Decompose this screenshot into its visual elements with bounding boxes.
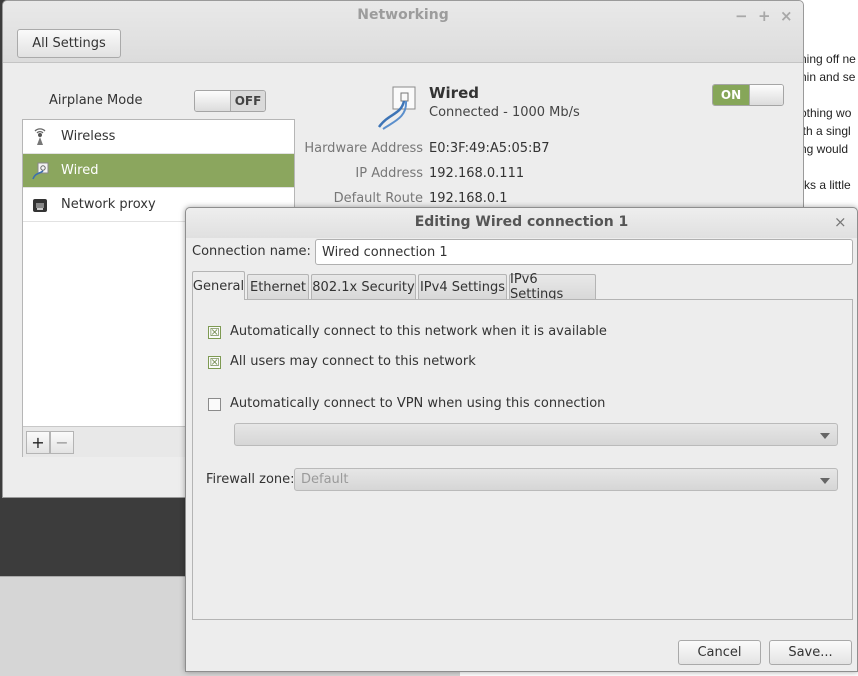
desktop: ning off ne nin and se othing wo ith a s…: [0, 0, 858, 676]
close-icon[interactable]: ×: [834, 213, 847, 231]
tab-ipv4-settings[interactable]: IPv4 Settings: [418, 274, 507, 299]
wired-icon: [31, 162, 49, 180]
background-text-line: [800, 86, 858, 104]
background-text-line: nin and se: [800, 70, 856, 84]
proxy-icon: [31, 196, 49, 214]
toggle-knob: [195, 91, 231, 111]
connection-name-input[interactable]: [315, 239, 853, 265]
auto-vpn-label: Automatically connect to VPN when using …: [230, 396, 606, 411]
background-page-text: ning off ne nin and se othing wo ith a s…: [800, 50, 858, 194]
save-button[interactable]: Save...: [769, 640, 852, 665]
remove-connection-button[interactable]: −: [50, 431, 74, 454]
all-users-label: All users may connect to this network: [230, 354, 476, 369]
wireless-icon: [31, 127, 49, 146]
chevron-down-icon: [820, 433, 830, 439]
connection-name-label: Connection name:: [192, 244, 311, 259]
add-connection-button[interactable]: +: [26, 431, 50, 454]
background-text-line: ith a singl: [800, 124, 851, 138]
dialog-title: Editing Wired connection 1: [414, 214, 629, 230]
background-text-line: ng would: [800, 142, 849, 156]
chevron-down-icon: [820, 478, 830, 484]
sidebar-item-label: Wired: [61, 163, 99, 178]
connection-title: Wired: [429, 84, 479, 102]
edit-connection-dialog: Editing Wired connection 1 × Connection …: [185, 207, 858, 672]
general-tab-panel: ☒ Automatically connect to this network …: [192, 299, 853, 620]
vpn-select[interactable]: [234, 423, 838, 446]
auto-connect-label: Automatically connect to this network wh…: [230, 324, 607, 339]
maximize-icon[interactable]: +: [758, 7, 771, 25]
toggle-state: ON: [713, 85, 749, 105]
tab-ethernet[interactable]: Ethernet: [247, 274, 309, 299]
cancel-button[interactable]: Cancel: [678, 640, 761, 665]
auto-connect-checkbox[interactable]: ☒: [208, 326, 221, 339]
wired-connection-icon: [375, 85, 425, 131]
minimize-icon[interactable]: −: [735, 7, 748, 25]
background-text-line: ning off ne: [800, 52, 856, 66]
background-text-line: rks a little: [800, 178, 851, 192]
wired-toggle[interactable]: ON: [712, 84, 784, 106]
ip-address-value: 192.168.0.111: [429, 166, 525, 181]
default-route-value: 192.168.0.1: [429, 191, 508, 206]
firewall-zone-value: Default: [301, 472, 349, 487]
tab-8021x-security[interactable]: 802.1x Security: [311, 274, 416, 299]
dialog-titlebar: Editing Wired connection 1 ×: [186, 208, 857, 238]
auto-vpn-checkbox[interactable]: [208, 398, 221, 411]
sidebar-item-label: Network proxy: [61, 197, 156, 212]
airplane-mode-label: Airplane Mode: [49, 93, 143, 108]
tab-ipv6-settings[interactable]: IPv6 Settings: [509, 272, 596, 302]
connection-status: Connected - 1000 Mb/s: [429, 105, 580, 120]
default-route-label: Default Route: [333, 191, 423, 206]
tab-general[interactable]: General: [192, 271, 245, 300]
sidebar-item-label: Wireless: [61, 129, 116, 144]
firewall-zone-select[interactable]: Default: [294, 468, 838, 491]
networking-titlebar: Networking − + × All Settings: [3, 1, 803, 63]
firewall-zone-label: Firewall zone:: [206, 472, 295, 487]
airplane-mode-toggle[interactable]: OFF: [194, 90, 266, 112]
hardware-address-value: E0:3F:49:A5:05:B7: [429, 141, 550, 156]
all-settings-button[interactable]: All Settings: [17, 29, 121, 58]
hardware-address-label: Hardware Address: [304, 141, 423, 156]
toggle-knob: [749, 85, 783, 105]
background-text-line: othing wo: [800, 106, 852, 120]
close-icon[interactable]: ×: [780, 7, 793, 25]
toggle-state: OFF: [231, 91, 265, 111]
ip-address-label: IP Address: [355, 166, 423, 181]
background-text-line: [800, 158, 858, 176]
window-title: Networking: [357, 7, 449, 23]
all-users-checkbox[interactable]: ☒: [208, 356, 221, 369]
